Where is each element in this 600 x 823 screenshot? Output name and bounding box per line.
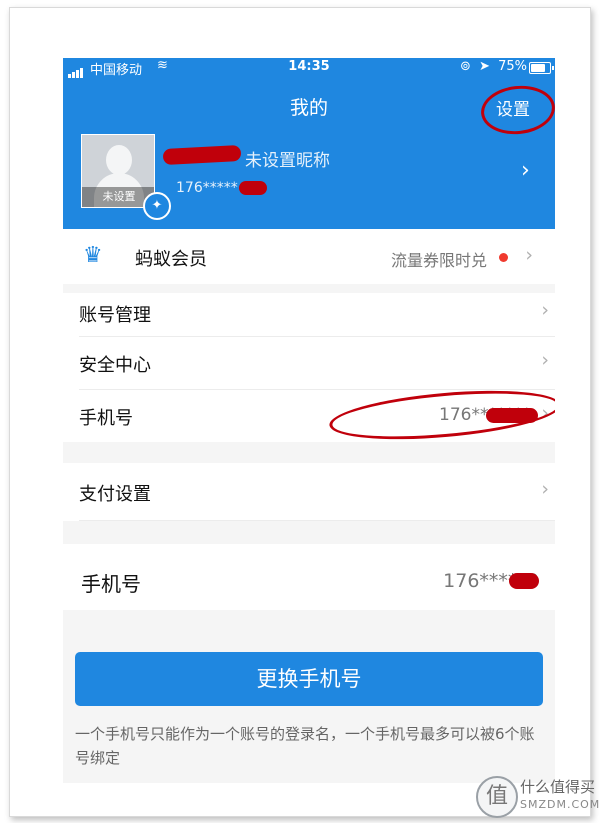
notification-dot [499, 253, 508, 262]
phone-screen: 中国移动 ≋ 14:35 ⊚ ➤ 75% 我的 设置 未设置 ✦ 未设置昵称 1… [63, 58, 555, 783]
smzdm-logo-icon: 值 [476, 776, 518, 818]
battery-icon [529, 62, 554, 74]
chevron-right-icon: › [541, 349, 549, 371]
change-phone-button[interactable]: 更换手机号 [75, 652, 543, 706]
battery-percent: 75% [498, 59, 527, 74]
watermark: 值 什么值得买 SMZDM.COM [476, 770, 599, 820]
photo-frame: 中国移动 ≋ 14:35 ⊚ ➤ 75% 我的 设置 未设置 ✦ 未设置昵称 1… [9, 7, 591, 817]
avatar[interactable]: 未设置 [81, 134, 155, 208]
list-item-label: 账号管理 [79, 305, 151, 326]
location-icon: ➤ [479, 59, 490, 74]
list-item-payment-settings[interactable]: 支付设置 › [79, 463, 555, 521]
chevron-right-icon: › [525, 244, 533, 266]
chevron-right-icon: › [541, 299, 549, 321]
crown-icon: ♛ [83, 243, 103, 268]
chevron-right-icon[interactable]: › [521, 158, 530, 183]
redaction-scribble [162, 144, 242, 166]
member-row[interactable]: ♛ 蚂蚁会员 流量券限时兑 › [63, 229, 555, 284]
profile-phone: 176***** [176, 180, 238, 196]
member-promo: 流量券限时兑 [390, 251, 487, 270]
list-item-label: 安全中心 [79, 355, 151, 376]
phone-binding-note: 一个手机号只能作为一个账号的登录名，一个手机号最多可以被6个账号绑定 [75, 725, 535, 767]
status-right: ⊚ ➤ 75% [456, 59, 527, 74]
profile-header: 中国移动 ≋ 14:35 ⊚ ➤ 75% 我的 设置 未设置 ✦ 未设置昵称 1… [63, 58, 555, 229]
phone-panel-label: 手机号 [81, 572, 141, 596]
avatar-head-placeholder [106, 145, 132, 175]
battery-level [531, 64, 545, 72]
list-item-account-manage[interactable]: 账号管理 › [79, 293, 555, 337]
redaction-scribble [239, 181, 267, 195]
lock-rotation-icon: ⊚ [460, 59, 471, 74]
annotation-circle-settings [478, 82, 555, 138]
redaction-scribble [509, 573, 539, 589]
phone-number-panel: 手机号 176*****0 [63, 544, 555, 610]
chevron-right-icon: › [541, 478, 549, 500]
watermark-domain: SMZDM.COM [520, 798, 600, 811]
member-label: 蚂蚁会员 [135, 249, 207, 270]
list-item-label: 支付设置 [79, 484, 151, 505]
watermark-text: 什么值得买 [520, 778, 596, 796]
list-item-label: 手机号 [79, 408, 133, 429]
status-bar: 中国移动 ≋ 14:35 ⊚ ➤ 75% [63, 58, 555, 78]
list-item-security-center[interactable]: 安全中心 › [79, 337, 555, 390]
verified-badge-icon: ✦ [143, 192, 171, 220]
payment-section: 支付设置 › [63, 463, 555, 521]
nickname: 未设置昵称 [245, 151, 330, 171]
